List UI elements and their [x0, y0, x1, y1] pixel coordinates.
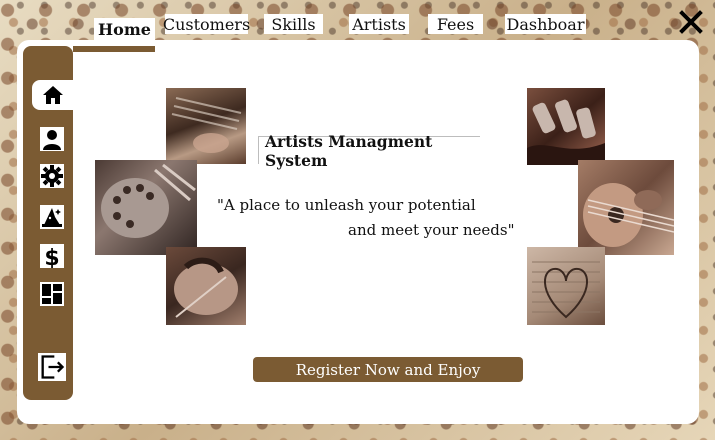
sidebar-item-artists[interactable]: [32, 202, 72, 232]
painting-hand-image: [166, 247, 246, 325]
tab-customers[interactable]: Customers: [162, 14, 251, 34]
quote-line-2: and meet your needs": [348, 221, 515, 239]
guitar-image: [578, 160, 674, 255]
tab-artists[interactable]: Artists: [349, 14, 409, 34]
book-heart-image: [527, 247, 605, 325]
tab-fees-label: Fees: [436, 14, 475, 34]
sidebar-item-skills[interactable]: [32, 161, 72, 191]
piano-image: [166, 88, 246, 164]
gear-icon: [40, 164, 64, 188]
sidebar-item-dashboard[interactable]: [32, 279, 72, 309]
logout-icon: [38, 353, 66, 381]
tab-home-label: Home: [98, 19, 151, 39]
wizard-hat-icon: [40, 205, 64, 229]
palette-image: [95, 160, 197, 255]
home-icon: [42, 86, 63, 104]
svg-text:$: $: [44, 246, 59, 268]
tab-dashboard-label: Dashboar: [506, 14, 585, 34]
sidebar-item-customers[interactable]: [32, 124, 72, 154]
close-icon[interactable]: [679, 10, 703, 34]
tab-dashboard[interactable]: Dashboar: [505, 14, 586, 34]
user-icon: [40, 127, 64, 151]
register-button[interactable]: Register Now and Enjoy: [253, 357, 523, 382]
dollar-icon: $: [40, 244, 64, 268]
tab-skills-label: Skills: [271, 14, 316, 34]
quote-line-1: "A place to unleash your potential: [217, 196, 476, 214]
sidebar-item-home[interactable]: [32, 80, 73, 110]
paint-tubes-image: [527, 88, 605, 165]
tab-artists-label: Artists: [352, 14, 406, 34]
tab-fees[interactable]: Fees: [428, 14, 483, 34]
sidebar-item-fees[interactable]: $: [32, 241, 72, 271]
dashboard-icon: [40, 282, 64, 306]
home-tab-underline: [73, 46, 155, 52]
page-title: Artists Managment System: [258, 132, 480, 170]
sidebar-item-logout[interactable]: [32, 352, 72, 382]
tab-customers-label: Customers: [162, 14, 251, 34]
register-button-label: Register Now and Enjoy: [295, 360, 481, 379]
tab-skills[interactable]: Skills: [264, 14, 323, 34]
